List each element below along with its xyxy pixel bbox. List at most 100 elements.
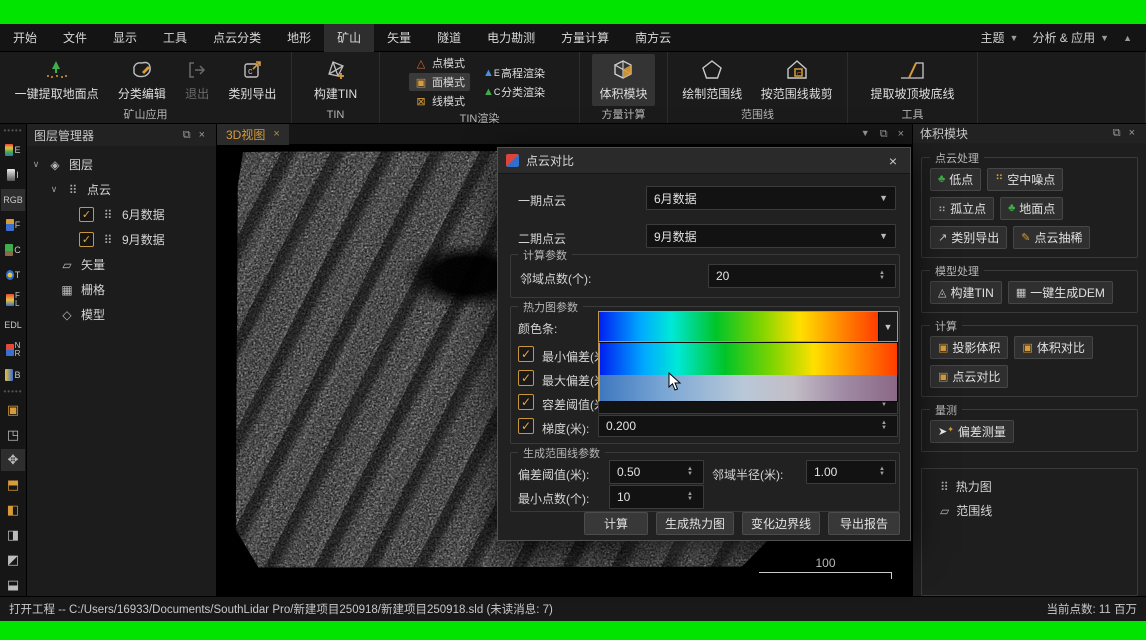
toolbar-grip[interactable]: ••••• (3, 389, 22, 397)
air-noise-button[interactable]: ⠛空中噪点 (987, 168, 1063, 191)
menu-mine[interactable]: 矿山 (324, 24, 374, 52)
generate-dem-button[interactable]: ▦一键生成DEM (1008, 281, 1113, 304)
class-export-button[interactable]: ↗类别导出 (930, 226, 1007, 249)
list-item-rangeline[interactable]: ▱ 范围线 (926, 499, 1133, 523)
menu-volume-calc[interactable]: 方量计算 (548, 24, 622, 52)
tab-list-icon[interactable]: ▼ (861, 128, 870, 141)
dialog-titlebar[interactable]: 点云对比 × (498, 148, 910, 174)
change-boundary-button[interactable]: 变化边界线 (742, 512, 820, 535)
tab-3d-view[interactable]: 3D视图 × (217, 124, 289, 145)
elevation-render-tool[interactable]: E (1, 139, 25, 161)
spinner-arrows-icon[interactable]: ▲▼ (684, 467, 696, 477)
projected-volume-button[interactable]: ▣投影体积 (930, 336, 1008, 359)
rgb-render-tool[interactable]: RGB (1, 189, 25, 211)
tree-node-model[interactable]: ◇ 模型 (31, 302, 212, 327)
deviation-threshold-spinner[interactable]: 0.50▲▼ (609, 460, 704, 484)
view-left-cube-tool[interactable]: ◨ (1, 524, 25, 546)
volume-compare-button[interactable]: ▣体积对比 (1014, 336, 1092, 359)
menu-pointcloud-classify[interactable]: 点云分类 (200, 24, 274, 52)
close-dialog-icon[interactable]: × (884, 153, 902, 169)
neighbor-count-spinner[interactable]: 20▲▼ (708, 264, 896, 288)
menu-start[interactable]: 开始 (0, 24, 50, 52)
checkbox-checked[interactable]: ✓ (79, 232, 94, 247)
low-points-button[interactable]: ♣低点 (930, 168, 981, 191)
nr-render-tool[interactable]: NR (1, 339, 25, 361)
point-mode-button[interactable]: △ 点模式 (409, 54, 470, 72)
menu-tools[interactable]: 工具 (150, 24, 200, 52)
build-tin-button[interactable]: 构建TIN (307, 54, 364, 106)
chevron-expanded-icon[interactable]: ∨ (49, 184, 59, 195)
line-mode-button[interactable]: ⊠ 线模式 (409, 92, 470, 110)
build-tin-button[interactable]: ◬构建TIN (930, 281, 1002, 304)
class-export-button[interactable]: c 类别导出 (221, 54, 283, 106)
min-points-spinner[interactable]: 10▲▼ (609, 485, 704, 509)
float-panel-icon[interactable]: ⧉ (179, 129, 195, 142)
isolated-points-button[interactable]: ⠶孤立点 (930, 197, 994, 220)
extract-ground-button[interactable]: 一键提取地面点 (8, 54, 106, 106)
colorbar-combo[interactable]: ▼ (598, 311, 898, 342)
theme-dropdown[interactable]: 主题 ▼ (981, 29, 1019, 46)
clip-by-boundary-button[interactable]: ⌐ 按范围线裁剪 (754, 54, 840, 106)
menu-terrain[interactable]: 地形 (274, 24, 324, 52)
calculate-button[interactable]: 计算 (584, 512, 648, 535)
menu-vector[interactable]: 矢量 (374, 24, 424, 52)
menu-power-survey[interactable]: 电力勘测 (474, 24, 548, 52)
chevron-expanded-icon[interactable]: ∨ (31, 159, 41, 170)
colorbar-option-blue-purple[interactable] (600, 375, 897, 401)
spinner-arrows-icon[interactable]: ▲▼ (684, 492, 696, 502)
blend-render-tool[interactable]: B (1, 364, 25, 386)
analysis-app-dropdown[interactable]: 分析 & 应用 ▼ (1032, 29, 1109, 46)
phase2-combo[interactable]: 9月数据▼ (646, 224, 896, 248)
close-view-icon[interactable]: × (898, 128, 904, 141)
float-view-icon[interactable]: ⧉ (880, 128, 888, 141)
neighbor-radius-spinner[interactable]: 1.00▲▼ (806, 460, 896, 484)
list-item-heatmap[interactable]: ⠿ 热力图 (926, 475, 1133, 499)
spinner-arrows-icon[interactable]: ▲▼ (876, 271, 888, 281)
tree-node-june-data[interactable]: ✓ ⠿ 6月数据 (31, 202, 212, 227)
ground-points-button[interactable]: ♣地面点 (1000, 197, 1063, 220)
toolbar-grip[interactable]: ••••• (3, 128, 22, 136)
gradient-checkbox[interactable]: ✓ (518, 418, 534, 434)
spinner-arrows-icon[interactable]: ▲▼ (878, 421, 890, 431)
menu-display[interactable]: 显示 (100, 24, 150, 52)
tree-node-raster[interactable]: ▦ 栅格 (31, 277, 212, 302)
deviation-measure-button[interactable]: ➤✦偏差测量 (930, 420, 1014, 443)
classify-edit-button[interactable]: 分类编辑 (111, 54, 173, 106)
view-top-cube-tool[interactable]: ⬒ (1, 474, 25, 496)
tree-node-vector[interactable]: ▱ 矢量 (31, 252, 212, 277)
pointcloud-compare-button[interactable]: ▣点云对比 (930, 365, 1008, 388)
view-front-cube-tool[interactable]: ◧ (1, 499, 25, 521)
spinner-arrows-icon[interactable]: ▲▼ (876, 467, 888, 477)
thin-pointcloud-button[interactable]: ✎点云抽稀 (1013, 226, 1090, 249)
tolerance-checkbox[interactable]: ✓ (518, 394, 534, 410)
box-clip-tool[interactable]: ◳ (1, 424, 25, 446)
menu-tunnel[interactable]: 隧道 (424, 24, 474, 52)
export-report-button[interactable]: 导出报告 (828, 512, 900, 535)
close-tab-icon[interactable]: × (273, 128, 279, 140)
fl-render-tool[interactable]: FL (1, 289, 25, 311)
menu-file[interactable]: 文件 (50, 24, 100, 52)
box-select-tool[interactable]: ▣ (1, 400, 25, 422)
flight-render-tool[interactable]: F (1, 214, 25, 236)
face-mode-button[interactable]: ▣ 面模式 (409, 73, 470, 91)
tree-node-september-data[interactable]: ✓ ⠿ 9月数据 (31, 227, 212, 252)
class-render-button[interactable]: ▲C 分类渲染 (478, 83, 550, 101)
extract-slope-lines-button[interactable]: 提取坡顶坡底线 (863, 54, 961, 106)
class-render-tool[interactable]: C (1, 239, 25, 261)
tree-node-layers[interactable]: ∨ ◈ 图层 (31, 152, 212, 177)
float-panel-icon[interactable]: ⧉ (1109, 127, 1125, 140)
draw-boundary-button[interactable]: 绘制范围线 (675, 54, 749, 106)
checkbox-checked[interactable]: ✓ (79, 207, 94, 222)
view-right-cube-tool[interactable]: ◩ (1, 549, 25, 571)
time-render-tool[interactable]: T (1, 264, 25, 286)
close-panel-icon[interactable]: × (1125, 127, 1139, 139)
edl-render-tool[interactable]: EDL (1, 314, 25, 336)
gradient-spinner[interactable]: 0.200▲▼ (598, 415, 898, 437)
intensity-render-tool[interactable]: I (1, 164, 25, 186)
min-deviation-checkbox[interactable]: ✓ (518, 346, 534, 362)
generate-heatmap-button[interactable]: 生成热力图 (656, 512, 734, 535)
volume-module-button[interactable]: 体积模块 (592, 54, 654, 106)
view-back-cube-tool[interactable]: ⬓ (1, 574, 25, 596)
pan-hand-tool[interactable]: ✥ (1, 449, 25, 471)
phase1-combo[interactable]: 6月数据▼ (646, 186, 896, 210)
